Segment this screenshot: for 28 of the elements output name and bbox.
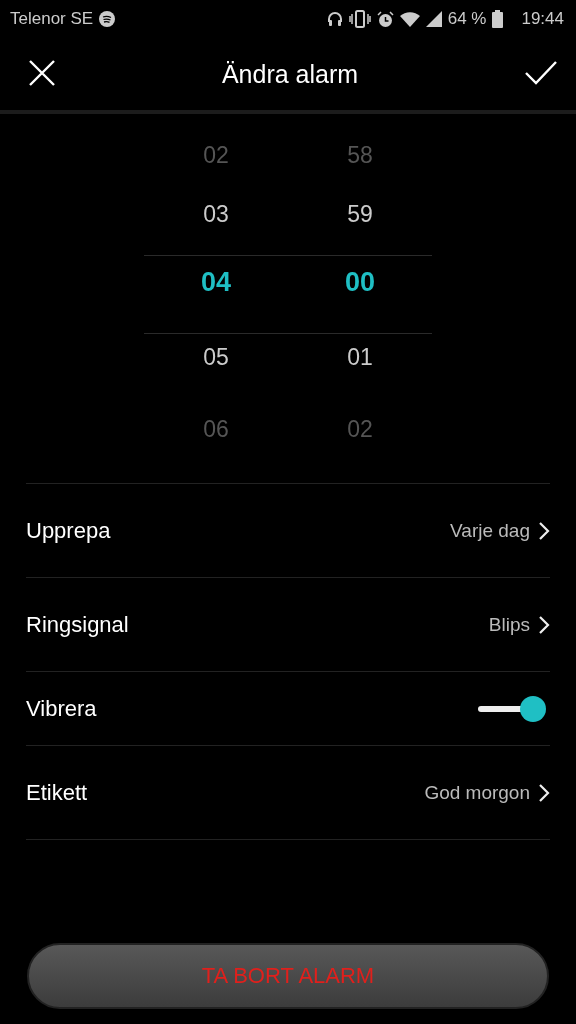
carrier-name: Telenor SE (10, 9, 94, 29)
picker-number[interactable]: 04 (200, 244, 231, 321)
setting-label[interactable]: Ringsignal (26, 611, 489, 638)
wifi-icon (399, 11, 420, 27)
picker-number[interactable]: 01 (347, 321, 373, 393)
screen-title: Ändra alarm (220, 59, 360, 89)
setting-value[interactable]: Blips (488, 613, 530, 636)
battery-icon (492, 10, 504, 28)
chevron-icon (538, 520, 550, 541)
picker-number[interactable]: 05 (203, 321, 229, 393)
setting-value[interactable]: God morgon (424, 781, 530, 804)
spotify-icon (99, 11, 116, 27)
alarm-icon (376, 10, 394, 28)
chevron-icon (538, 614, 550, 635)
vibrate-icon (348, 10, 371, 28)
toggle-switch[interactable] (476, 695, 546, 722)
clock-time: 19:44 (521, 9, 564, 29)
setting-value[interactable]: Varje dag (450, 519, 530, 542)
picker-number[interactable]: 00 (344, 244, 375, 321)
chevron-icon (538, 782, 550, 803)
battery-percent: 64 % (447, 9, 487, 29)
setting-label: Vibrera (26, 695, 98, 722)
picker-number[interactable]: 03 (203, 185, 229, 244)
setting-label[interactable]: Upprepa (26, 517, 451, 544)
setting-label[interactable]: Etikett (26, 779, 425, 806)
picker-number[interactable]: 59 (347, 185, 373, 244)
headphones-icon (326, 11, 343, 27)
signal-icon (425, 11, 442, 27)
